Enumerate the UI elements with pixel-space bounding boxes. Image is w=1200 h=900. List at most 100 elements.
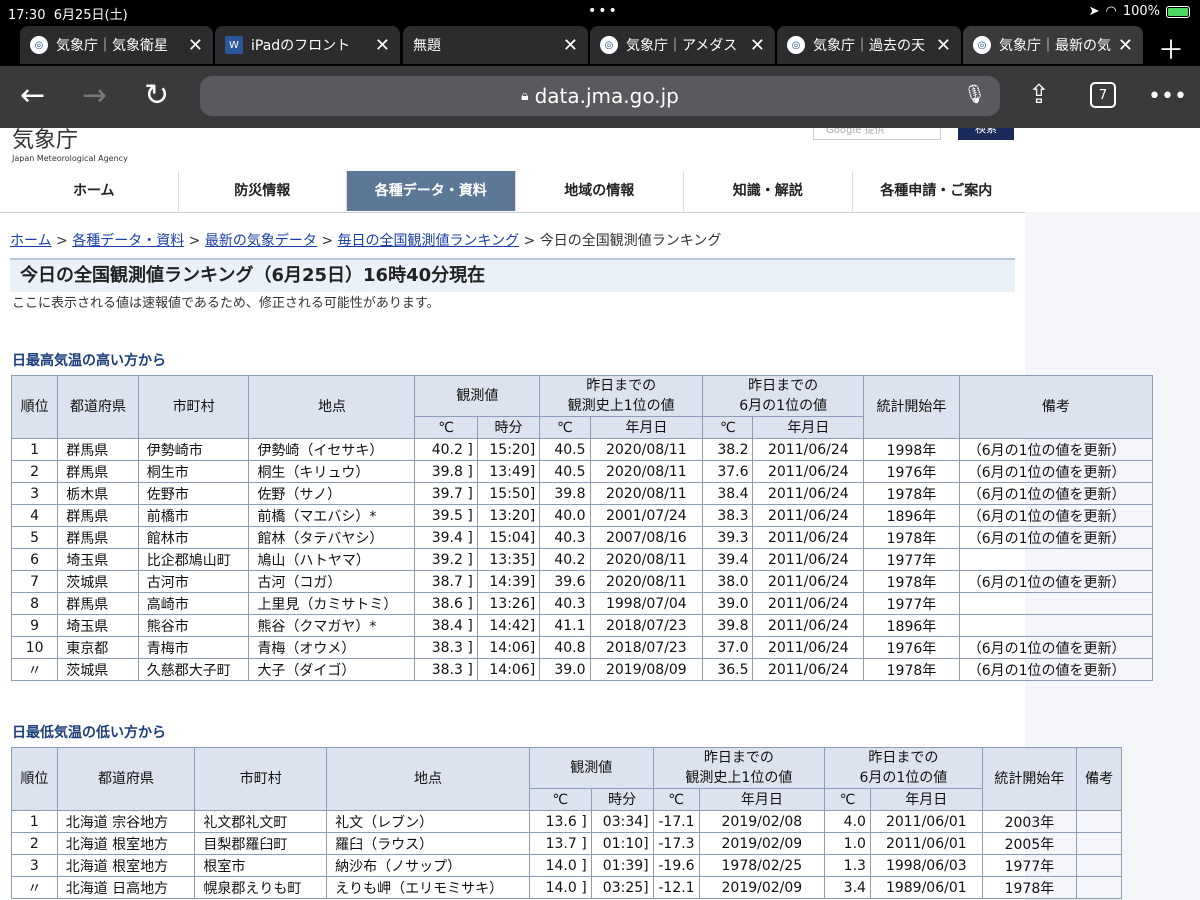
- cell-record-value: 40.5: [539, 438, 591, 461]
- table-row: 10 東京都 青梅市 青梅（オウメ） 38.3 ] 14:06] 40.8 2018/07/2…: [10, 636, 1154, 659]
- notice-text: ここに表示される値は速報値であるため、修正される可能性があります。: [12, 296, 440, 311]
- cell-point: 羅臼（ラウス）: [326, 832, 530, 855]
- cell-note: [1076, 876, 1122, 899]
- browser-tab[interactable]: ◎ 気象庁｜アメダス ✕: [590, 26, 775, 64]
- jma-favicon-icon: ◎: [787, 36, 805, 54]
- sub-deg: ℃: [702, 416, 754, 439]
- logo-jp: 気象庁: [12, 128, 79, 153]
- tab-close-icon[interactable]: ✕: [563, 35, 578, 56]
- cell-record-date: 2020/08/11: [589, 460, 704, 483]
- multitask-dots-icon[interactable]: •••: [588, 3, 619, 19]
- browser-tab[interactable]: 無題 ✕: [403, 26, 588, 208]
- tab-title: 気象庁｜過去の天: [813, 38, 925, 54]
- cell-june-date: 2011/06/24: [752, 526, 865, 549]
- cell-rank: 3: [10, 482, 59, 505]
- tab-close-icon[interactable]: ✕: [750, 35, 765, 56]
- tab-title: 気象庁｜最新の気: [999, 38, 1111, 54]
- jma-favicon-icon: ◎: [973, 36, 991, 54]
- cell-start-year: 1998年: [863, 438, 960, 461]
- global-nav-item[interactable]: ホーム: [10, 171, 178, 211]
- cell-point: 青梅（オウメ）: [248, 636, 416, 659]
- browser-tab[interactable]: ◎ 気象庁｜最新の気 ✕: [963, 26, 1143, 64]
- share-icon[interactable]: ⇪: [1028, 80, 1050, 110]
- breadcrumb: ホーム > 各種データ・資料 > 最新の気象データ > 毎日の全国観測値ランキン…: [10, 230, 721, 250]
- cell-city: 古河市: [137, 570, 250, 593]
- url-bar[interactable]: 🔒︎ data.jma.go.jp 🎙︎: [200, 76, 1000, 116]
- global-nav-item[interactable]: 防災情報: [177, 171, 347, 211]
- cell-rank: 5: [10, 526, 59, 549]
- col-observed: 観測値: [528, 747, 654, 789]
- cell-prefecture: 茨城県: [57, 570, 139, 593]
- tab-title: 気象庁｜気象衛星: [56, 38, 168, 54]
- global-nav-item[interactable]: 各種申請・ご案内: [851, 171, 1021, 211]
- browser-tab[interactable]: ◎ 気象庁｜過去の天 ✕: [777, 26, 961, 64]
- cell-record-date: 2019/02/09: [698, 832, 826, 855]
- cell-record-date: 2018/07/23: [589, 614, 704, 637]
- global-nav: ホーム 防災情報 各種データ・資料 地域の情報 知識・解説 各種申請・ご案内: [10, 171, 1020, 211]
- breadcrumb-link[interactable]: ホーム: [10, 233, 52, 249]
- cell-june-value: 38.3: [702, 504, 754, 527]
- cell-prefecture: 北海道 宗谷地方: [56, 810, 196, 833]
- reload-icon[interactable]: ↻: [144, 78, 169, 113]
- tab-close-icon[interactable]: ✕: [188, 35, 203, 56]
- cell-city: 佐野市: [137, 482, 250, 505]
- breadcrumb-link[interactable]: 各種データ・資料: [72, 233, 184, 249]
- cell-record-date: 2019/08/09: [589, 658, 704, 681]
- browser-tab[interactable]: WiPadのフロント ✕: [215, 26, 400, 64]
- battery-percent: 100%: [1122, 4, 1160, 19]
- jma-logo[interactable]: 気象庁 Japan Meteorological Agency: [12, 128, 128, 163]
- cell-record-date: 2020/08/11: [589, 438, 704, 461]
- cell-june-date: 2011/06/24: [752, 658, 865, 681]
- site-search-button[interactable]: 検索: [958, 128, 1014, 140]
- tab-close-icon[interactable]: ✕: [1118, 35, 1133, 56]
- cell-june-date: 2011/06/24: [752, 614, 865, 637]
- cell-record-date: 2020/08/11: [589, 482, 704, 505]
- cell-june-date: 2011/06/24: [752, 636, 865, 659]
- cell-point: 桐生（キリュウ）: [248, 460, 416, 483]
- browser-tab[interactable]: ◎ 気象庁｜気象衛星 ✕: [20, 26, 213, 64]
- table-row: 4 群馬県 前橋市 前橋（マエバシ）* 39.5 ] 13:20] 40.0 2001/07/…: [10, 504, 1154, 527]
- forward-arrow-icon[interactable]: →: [82, 78, 107, 113]
- cell-obs-time: 03:25]: [590, 876, 654, 899]
- more-menu-icon[interactable]: •••: [1148, 84, 1187, 109]
- cell-obs-value: 13.7 ]: [528, 832, 592, 855]
- back-arrow-icon[interactable]: ←: [20, 78, 45, 113]
- site-search-input[interactable]: Google 提供: [813, 128, 941, 140]
- tab-count-button[interactable]: 7: [1090, 82, 1116, 108]
- table-row: 〃茨城県 久慈郡大子町 大子（ダイゴ） 38.3 ] 14:06] 39.0 2019/08…: [10, 658, 1154, 681]
- tab-close-icon[interactable]: ✕: [936, 35, 951, 56]
- tab-title: 無題: [413, 38, 441, 54]
- cell-june-date: 2011/06/24: [752, 548, 865, 571]
- cell-rank: 1: [10, 438, 59, 461]
- cell-record-value: -17.1: [652, 810, 700, 833]
- new-tab-button[interactable]: ＋: [1158, 30, 1184, 67]
- cell-prefecture: 群馬県: [57, 504, 139, 527]
- cell-point: 上里見（カミサトミ）: [248, 592, 416, 615]
- breadcrumb-link[interactable]: 毎日の全国観測値ランキング: [338, 233, 520, 249]
- col-rank: 順位: [10, 375, 59, 439]
- tab-close-icon[interactable]: ✕: [375, 35, 390, 56]
- cell-point: 前橋（マエバシ）*: [248, 504, 416, 527]
- cell-june-value: 3.4: [824, 876, 871, 899]
- global-nav-item[interactable]: 各種データ・資料: [346, 171, 515, 211]
- cell-note: [958, 548, 1154, 571]
- cell-june-value: 39.3: [702, 526, 754, 549]
- cell-obs-time: 13:26]: [476, 592, 541, 615]
- microphone-icon[interactable]: 🎙︎: [963, 84, 986, 105]
- breadcrumb-link[interactable]: 最新の気象データ: [205, 233, 317, 249]
- cell-record-value: 40.3: [539, 526, 591, 549]
- cell-record-value: 40.8: [539, 636, 591, 659]
- cell-record-value: 40.5: [539, 460, 591, 483]
- global-nav-item[interactable]: 知識・解説: [683, 171, 852, 211]
- cell-rank: 2: [10, 460, 59, 483]
- cell-record-date: 2020/08/11: [589, 570, 704, 593]
- lock-icon: 🔒︎: [521, 88, 529, 104]
- table-row: 8 群馬県 高崎市 上里見（カミサトミ） 38.6 ] 13:26] 40.3 1998/07…: [10, 592, 1154, 615]
- breadcrumb-separator: >: [51, 233, 73, 249]
- cell-prefecture: 北海道 根室地方: [56, 854, 196, 877]
- global-nav-item[interactable]: 地域の情報: [514, 171, 684, 211]
- cell-note: [958, 614, 1154, 637]
- cell-prefecture: 東京都: [57, 636, 139, 659]
- cell-record-value: 40.2: [539, 548, 591, 571]
- cell-obs-value: 38.7 ]: [414, 570, 478, 593]
